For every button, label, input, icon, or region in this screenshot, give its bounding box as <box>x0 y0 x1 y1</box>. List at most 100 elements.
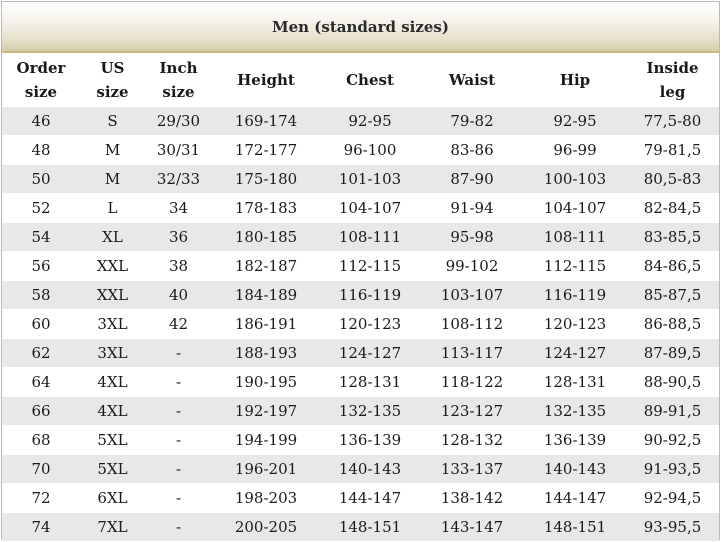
table-cell: 86-88,5 <box>626 310 719 339</box>
table-cell: 180-185 <box>212 223 320 252</box>
table-cell: 79-82 <box>420 107 524 136</box>
table-cell: 128-131 <box>524 368 626 397</box>
column-header: Chest <box>320 53 420 107</box>
table-cell: 200-205 <box>212 513 320 542</box>
table-title: Men (standard sizes) <box>2 2 719 53</box>
table-cell: 54 <box>2 223 80 252</box>
table-cell: 120-123 <box>320 310 420 339</box>
table-cell: S <box>80 107 145 136</box>
table-cell: 83-86 <box>420 136 524 165</box>
table-cell: 89-91,5 <box>626 397 719 426</box>
table-cell: 92-95 <box>524 107 626 136</box>
table-cell: 194-199 <box>212 426 320 455</box>
column-header-text: Height <box>237 71 295 89</box>
column-header: Order size <box>2 53 80 107</box>
table-row: 68 5XL -194-199 136-139 128-132 136-139 90-92,… <box>2 426 719 455</box>
table-cell: 144-147 <box>320 484 420 513</box>
table-cell: 120-123 <box>524 310 626 339</box>
table-cell: 108-111 <box>524 223 626 252</box>
table-cell: 7XL <box>80 513 145 542</box>
table-cell: 132-135 <box>524 397 626 426</box>
table-cell: 132-135 <box>320 397 420 426</box>
table-row: 60 3XL 42 186-191 120-123 108-112 120-123 86-88… <box>2 310 719 339</box>
table-cell: 72 <box>2 484 80 513</box>
column-header: Inside leg <box>626 53 719 107</box>
table-cell: 6XL <box>80 484 145 513</box>
column-header-text: size <box>24 83 58 101</box>
table-cell: 133-137 <box>420 455 524 484</box>
table-cell: XXL <box>80 252 145 281</box>
table-cell: 58 <box>2 281 80 310</box>
table-cell: - <box>145 455 212 484</box>
table-cell: 32/33 <box>145 165 212 194</box>
table-cell: 124-127 <box>524 339 626 368</box>
table-cell: 29/30 <box>145 107 212 136</box>
table-row: 54 XL 36 180-185 108-111 95-98 108-111 83-85,5 <box>2 223 719 252</box>
table-cell: 104-107 <box>524 194 626 223</box>
table-row: 70 5XL -196-201 140-143 133-137 140-143 91-93,… <box>2 455 719 484</box>
table-cell: 3XL <box>80 310 145 339</box>
table-cell: 112-115 <box>524 252 626 281</box>
table-cell: 87-90 <box>420 165 524 194</box>
table-cell: 178-183 <box>212 194 320 223</box>
table-cell: 91-93,5 <box>626 455 719 484</box>
table-cell: 80,5-83 <box>626 165 719 194</box>
table-cell: 64 <box>2 368 80 397</box>
table-row: 52 L 34 178-183 104-107 91-94 104-107 82-84,5 <box>2 194 719 223</box>
table-cell: 46 <box>2 107 80 136</box>
table-cell: 136-139 <box>320 426 420 455</box>
column-header-text: US <box>100 59 125 77</box>
column-header: Height <box>212 53 320 107</box>
table-cell: M <box>80 136 145 165</box>
table-cell: 34 <box>145 194 212 223</box>
table-cell: 113-117 <box>420 339 524 368</box>
table-cell: 5XL <box>80 455 145 484</box>
table-cell: 184-189 <box>212 281 320 310</box>
column-header-text: leg <box>659 83 686 101</box>
table-cell: 192-197 <box>212 397 320 426</box>
column-header-text: size <box>96 83 129 101</box>
table-cell: L <box>80 194 145 223</box>
table-cell: 190-195 <box>212 368 320 397</box>
table-cell: 87-89,5 <box>626 339 719 368</box>
column-header: Hip <box>524 53 626 107</box>
table-cell: 128-131 <box>320 368 420 397</box>
table-cell: 99-102 <box>420 252 524 281</box>
table-cell: 136-139 <box>524 426 626 455</box>
table-cell: - <box>145 397 212 426</box>
table-cell: - <box>145 426 212 455</box>
table-cell: 116-119 <box>320 281 420 310</box>
table-cell: 100-103 <box>524 165 626 194</box>
column-header-text: Chest <box>346 71 394 89</box>
table-cell: 182-187 <box>212 252 320 281</box>
column-header-text: Hip <box>559 71 591 89</box>
table-cell: 42 <box>145 310 212 339</box>
table-cell: 30/31 <box>145 136 212 165</box>
table-cell: 118-122 <box>420 368 524 397</box>
table-cell: 112-115 <box>320 252 420 281</box>
table-cell: 175-180 <box>212 165 320 194</box>
table-cell: 188-193 <box>212 339 320 368</box>
table-row: 50 M 32/33 175-180 101-103 87-90 100-103 80,5-8… <box>2 165 719 194</box>
table-cell: 38 <box>145 252 212 281</box>
column-header-text: size <box>162 83 195 101</box>
table-cell: XL <box>80 223 145 252</box>
table-cell: 186-191 <box>212 310 320 339</box>
table-cell: 95-98 <box>420 223 524 252</box>
table-body: 46 S 29/30 169-174 92-95 79-82 92-95 77,5-80 48 M… <box>2 107 719 542</box>
header-row: Order size US size Inch size Height Chest Waist H… <box>2 53 719 107</box>
table-cell: - <box>145 484 212 513</box>
table-cell: 108-111 <box>320 223 420 252</box>
table-cell: 128-132 <box>420 426 524 455</box>
table-cell: 84-86,5 <box>626 252 719 281</box>
table-row: 46 S 29/30 169-174 92-95 79-82 92-95 77,5-80 <box>2 107 719 136</box>
table-row: 74 7XL -200-205 148-151 143-147 148-151 93-95,… <box>2 513 719 542</box>
table-row: 48 M 30/31 172-177 96-100 83-86 96-99 79-81,5 <box>2 136 719 165</box>
table-cell: - <box>145 513 212 542</box>
table-row: 58 XXL 40 184-189 116-119 103-107 116-119 85-87… <box>2 281 719 310</box>
table-cell: 90-92,5 <box>626 426 719 455</box>
table-cell: 140-143 <box>524 455 626 484</box>
table-cell: 172-177 <box>212 136 320 165</box>
table-cell: 138-142 <box>420 484 524 513</box>
table-cell: 40 <box>145 281 212 310</box>
